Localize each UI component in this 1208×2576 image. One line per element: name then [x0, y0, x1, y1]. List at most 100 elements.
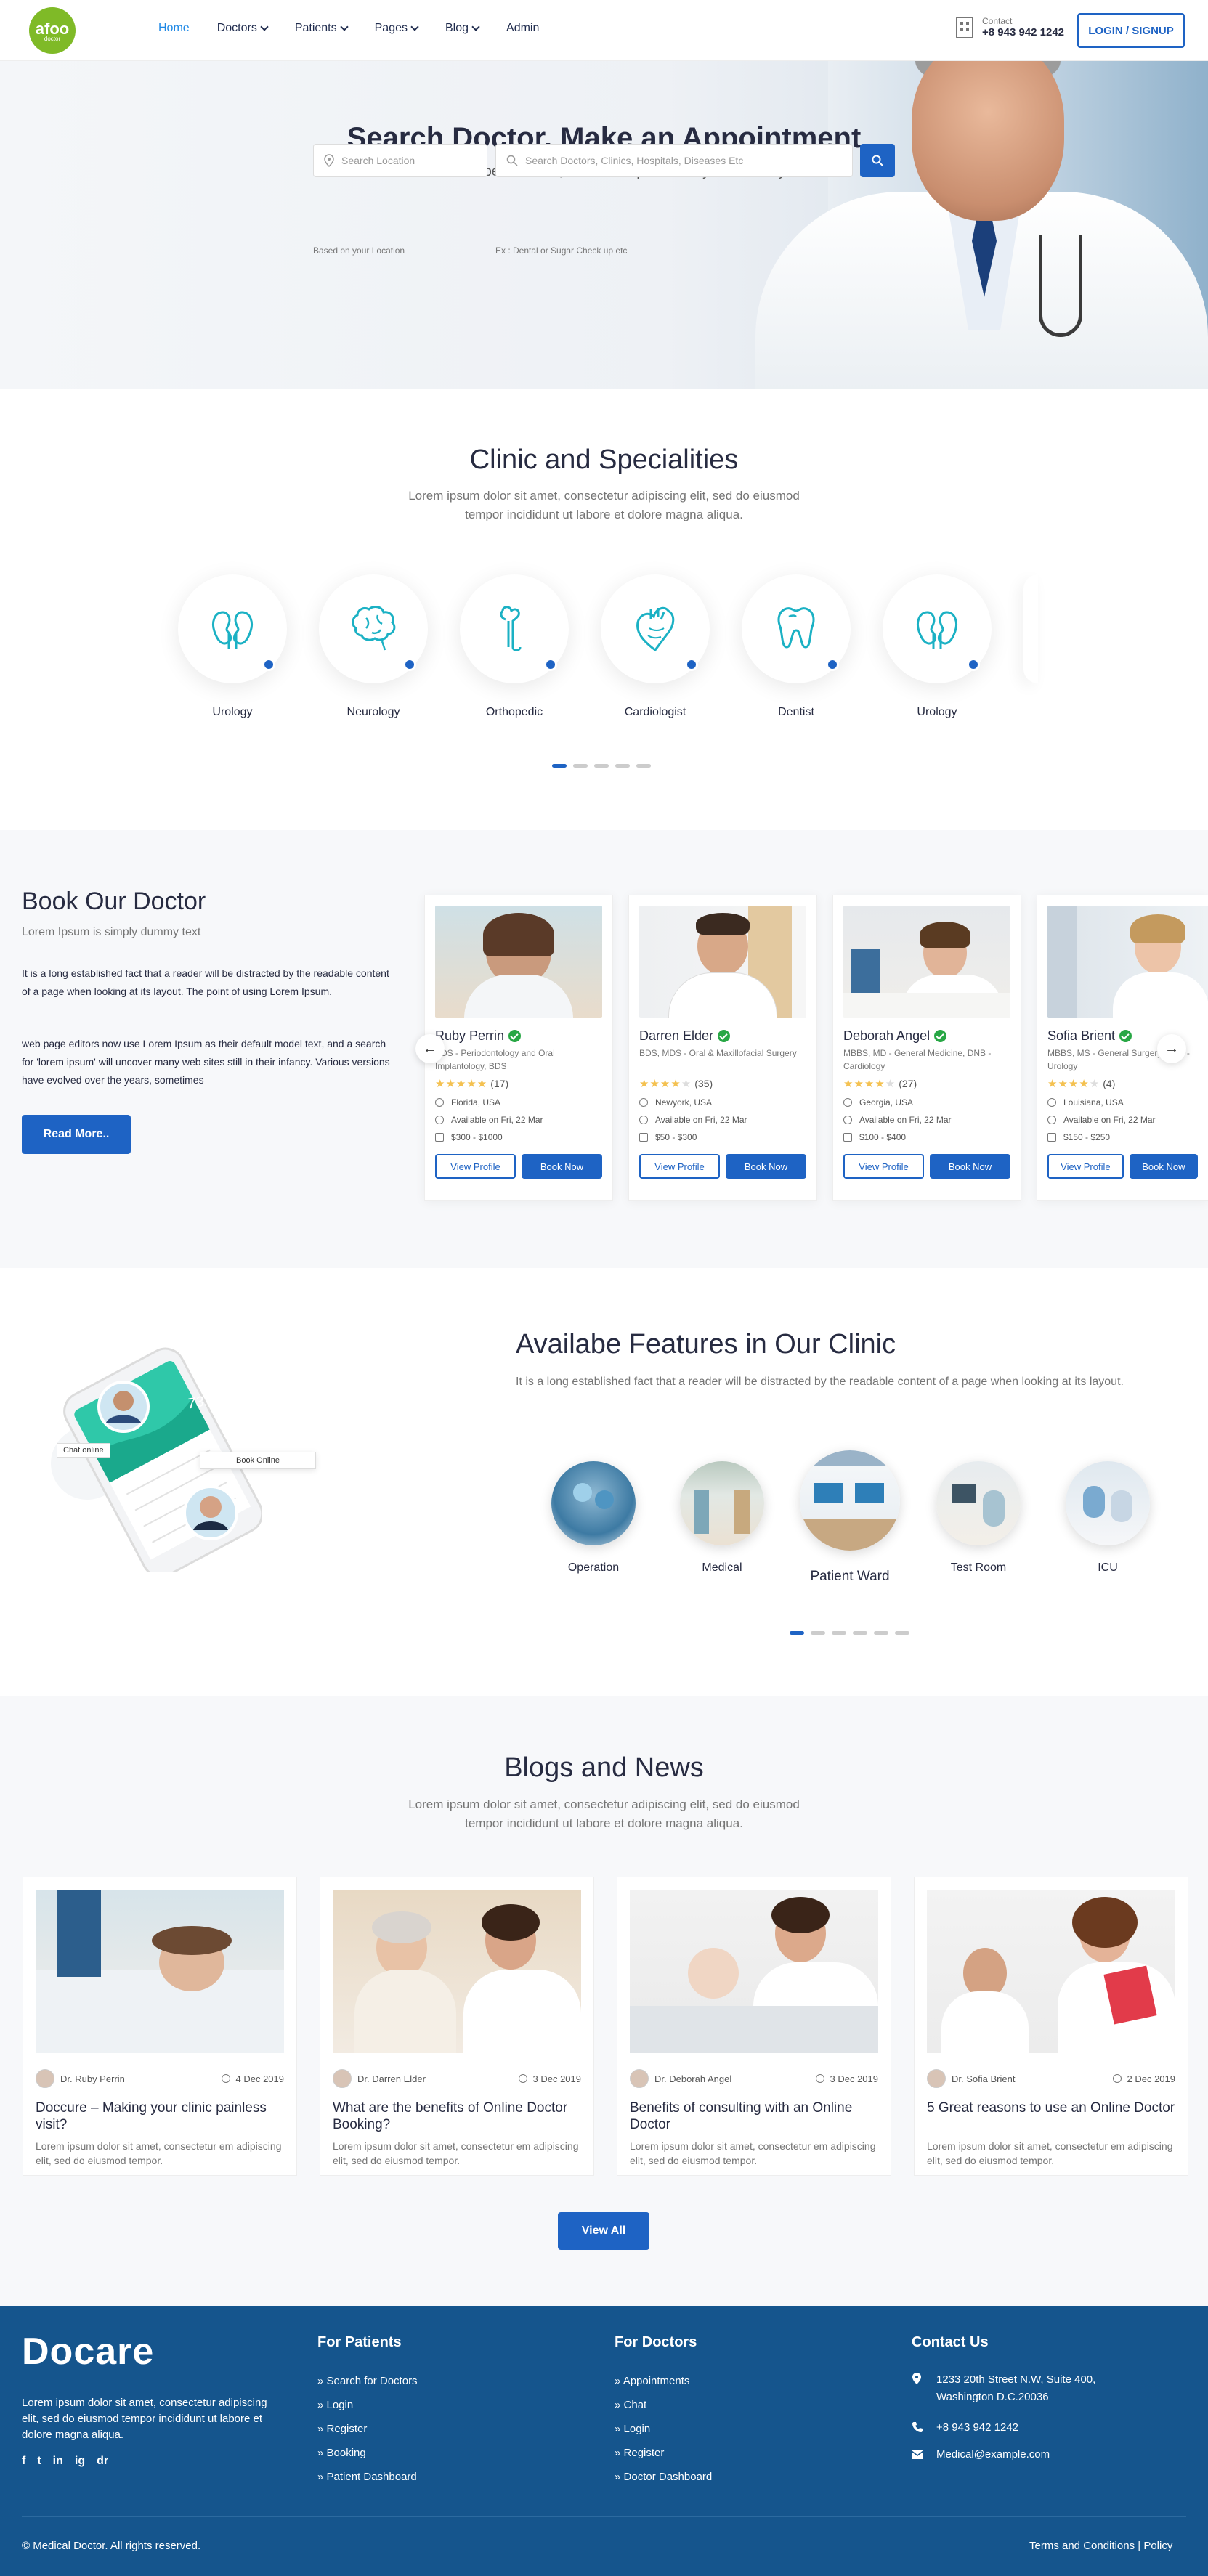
doctor-name[interactable]: Ruby Perrin: [435, 1028, 602, 1044]
linkedin-icon[interactable]: in: [53, 2455, 63, 2468]
nav-patients[interactable]: Patients: [295, 22, 349, 35]
blog-author[interactable]: Dr. Darren Elder: [333, 2069, 426, 2088]
footer-link[interactable]: » Login: [615, 2423, 650, 2435]
nav-blog[interactable]: Blog: [445, 22, 480, 35]
header-contact: Contact +8 943 942 1242: [956, 16, 1064, 38]
blog-author[interactable]: Dr. Sofia Brient: [927, 2069, 1015, 2088]
feature-medical-image[interactable]: [680, 1461, 764, 1545]
location-input[interactable]: Search Location: [313, 144, 487, 177]
doctor-photo[interactable]: [435, 906, 602, 1018]
feature-test-room-image[interactable]: [936, 1461, 1021, 1545]
search-input[interactable]: Search Doctors, Clinics, Hospitals, Dise…: [495, 144, 853, 177]
blog-title[interactable]: 5 Great reasons to use an Online Doctor: [927, 2100, 1175, 2133]
pager-dot[interactable]: [790, 1631, 804, 1635]
pager-dot[interactable]: [853, 1631, 867, 1635]
speciality-cardiologist[interactable]: [601, 574, 710, 683]
book-now-button[interactable]: Book Now: [1129, 1154, 1198, 1179]
speciality-urology-2[interactable]: [883, 574, 992, 683]
nav-label: Home: [158, 22, 190, 34]
pager-dot[interactable]: [552, 764, 567, 768]
dribbble-icon[interactable]: dr: [97, 2455, 108, 2468]
footer-link[interactable]: » Patient Dashboard: [317, 2471, 417, 2483]
nav-home[interactable]: Home: [158, 22, 190, 35]
blog-image[interactable]: [333, 1890, 581, 2053]
blog-image[interactable]: [36, 1890, 284, 2053]
specialities-subtitle-line1: Lorem ipsum dolor sit amet, consectetur …: [408, 489, 800, 503]
footer-link[interactable]: » Register: [317, 2423, 367, 2435]
footer-link[interactable]: » Booking: [317, 2447, 366, 2459]
footer-phone[interactable]: +8 943 942 1242: [936, 2421, 1018, 2434]
blog-image[interactable]: [927, 1890, 1175, 2053]
doctor-price: $50 - $300: [639, 1132, 806, 1142]
book-now-button[interactable]: Book Now: [930, 1154, 1010, 1179]
blog-title[interactable]: What are the benefits of Online Doctor B…: [333, 2100, 581, 2133]
doctor-photo[interactable]: [843, 906, 1010, 1018]
policy-link[interactable]: Policy: [1143, 2540, 1172, 2552]
footer-link[interactable]: » Register: [615, 2447, 664, 2459]
view-profile-button[interactable]: View Profile: [843, 1154, 924, 1179]
doctor-name[interactable]: Darren Elder: [639, 1028, 806, 1044]
terms-link[interactable]: Terms and Conditions: [1029, 2540, 1135, 2552]
date-text: 3 Dec 2019: [830, 2073, 879, 2084]
nav-admin[interactable]: Admin: [506, 22, 539, 35]
pager-dot[interactable]: [615, 764, 630, 768]
speciality-orthopedic[interactable]: [460, 574, 569, 683]
nav-pages[interactable]: Pages: [375, 22, 419, 35]
feature-patient-ward-image[interactable]: [800, 1450, 900, 1551]
feature-operation-image[interactable]: [551, 1461, 636, 1545]
pager-dot[interactable]: [594, 764, 609, 768]
instagram-icon[interactable]: ig: [75, 2455, 85, 2468]
view-profile-button[interactable]: View Profile: [435, 1154, 516, 1179]
twitter-icon[interactable]: t: [37, 2455, 41, 2468]
blog-card: Dr. Darren Elder 3 Dec 2019 What are the …: [320, 1877, 594, 2176]
footer-logo[interactable]: Docare: [22, 2330, 154, 2373]
feature-icu-image[interactable]: [1066, 1461, 1150, 1545]
blog-title[interactable]: Doccure – Making your clinic painless vi…: [36, 2100, 284, 2133]
view-profile-button[interactable]: View Profile: [639, 1154, 720, 1179]
footer-link[interactable]: » Appointments: [615, 2375, 689, 2387]
pager-dot[interactable]: [573, 764, 588, 768]
footer-contact-title: Contact Us: [912, 2334, 989, 2350]
nav-doctors[interactable]: Doctors: [217, 22, 269, 35]
blog-author[interactable]: Dr. Ruby Perrin: [36, 2069, 125, 2088]
footer-link[interactable]: » Search for Doctors: [317, 2375, 418, 2387]
price-text: $100 - $400: [859, 1132, 907, 1142]
search-placeholder: Search Doctors, Clinics, Hospitals, Dise…: [525, 155, 744, 166]
review-count: (35): [694, 1078, 713, 1089]
book-now-button[interactable]: Book Now: [726, 1154, 806, 1179]
doctor-photo[interactable]: [639, 906, 806, 1018]
carousel-next-arrow[interactable]: →: [1157, 1034, 1186, 1063]
pager-dot[interactable]: [895, 1631, 909, 1635]
facebook-icon[interactable]: f: [22, 2455, 25, 2468]
blog-card: Dr. Deborah Angel 3 Dec 2019 Benefits of …: [617, 1877, 891, 2176]
login-signup-button[interactable]: LOGIN / SIGNUP: [1077, 13, 1185, 48]
view-profile-button[interactable]: View Profile: [1047, 1154, 1124, 1179]
doctor-name[interactable]: Deborah Angel: [843, 1028, 1010, 1044]
speciality-neurology[interactable]: [319, 574, 428, 683]
pager-dot[interactable]: [832, 1631, 846, 1635]
chevron-down-icon: [260, 23, 269, 31]
footer-link[interactable]: » Login: [317, 2399, 353, 2411]
logo[interactable]: afoo doctor: [29, 7, 76, 54]
footer-description: Lorem ipsum dolor sit amet, consectetur …: [22, 2397, 267, 2441]
money-icon: [843, 1133, 852, 1142]
view-all-button[interactable]: View All: [558, 2212, 649, 2250]
footer-link[interactable]: » Doctor Dashboard: [615, 2471, 712, 2483]
speciality-dentist[interactable]: [742, 574, 851, 683]
footer-email[interactable]: Medical@example.com: [936, 2448, 1050, 2461]
doctor-availability: Available on Fri, 22 Mar: [843, 1115, 1010, 1125]
search-button[interactable]: [860, 144, 895, 177]
blog-card: Dr. Ruby Perrin 4 Dec 2019 Doccure – Maki…: [23, 1877, 297, 2176]
read-more-button[interactable]: Read More..: [22, 1115, 131, 1154]
doctor-photo[interactable]: [1047, 906, 1208, 1018]
book-now-button[interactable]: Book Now: [522, 1154, 602, 1179]
blog-author[interactable]: Dr. Deborah Angel: [630, 2069, 731, 2088]
pager-dot[interactable]: [811, 1631, 825, 1635]
speciality-urology[interactable]: [178, 574, 287, 683]
pager-dot[interactable]: [874, 1631, 888, 1635]
carousel-prev-arrow[interactable]: ←: [415, 1034, 445, 1063]
blog-title[interactable]: Benefits of consulting with an Online Do…: [630, 2100, 878, 2133]
footer-link[interactable]: » Chat: [615, 2399, 646, 2411]
blog-image[interactable]: [630, 1890, 878, 2053]
pager-dot[interactable]: [636, 764, 651, 768]
